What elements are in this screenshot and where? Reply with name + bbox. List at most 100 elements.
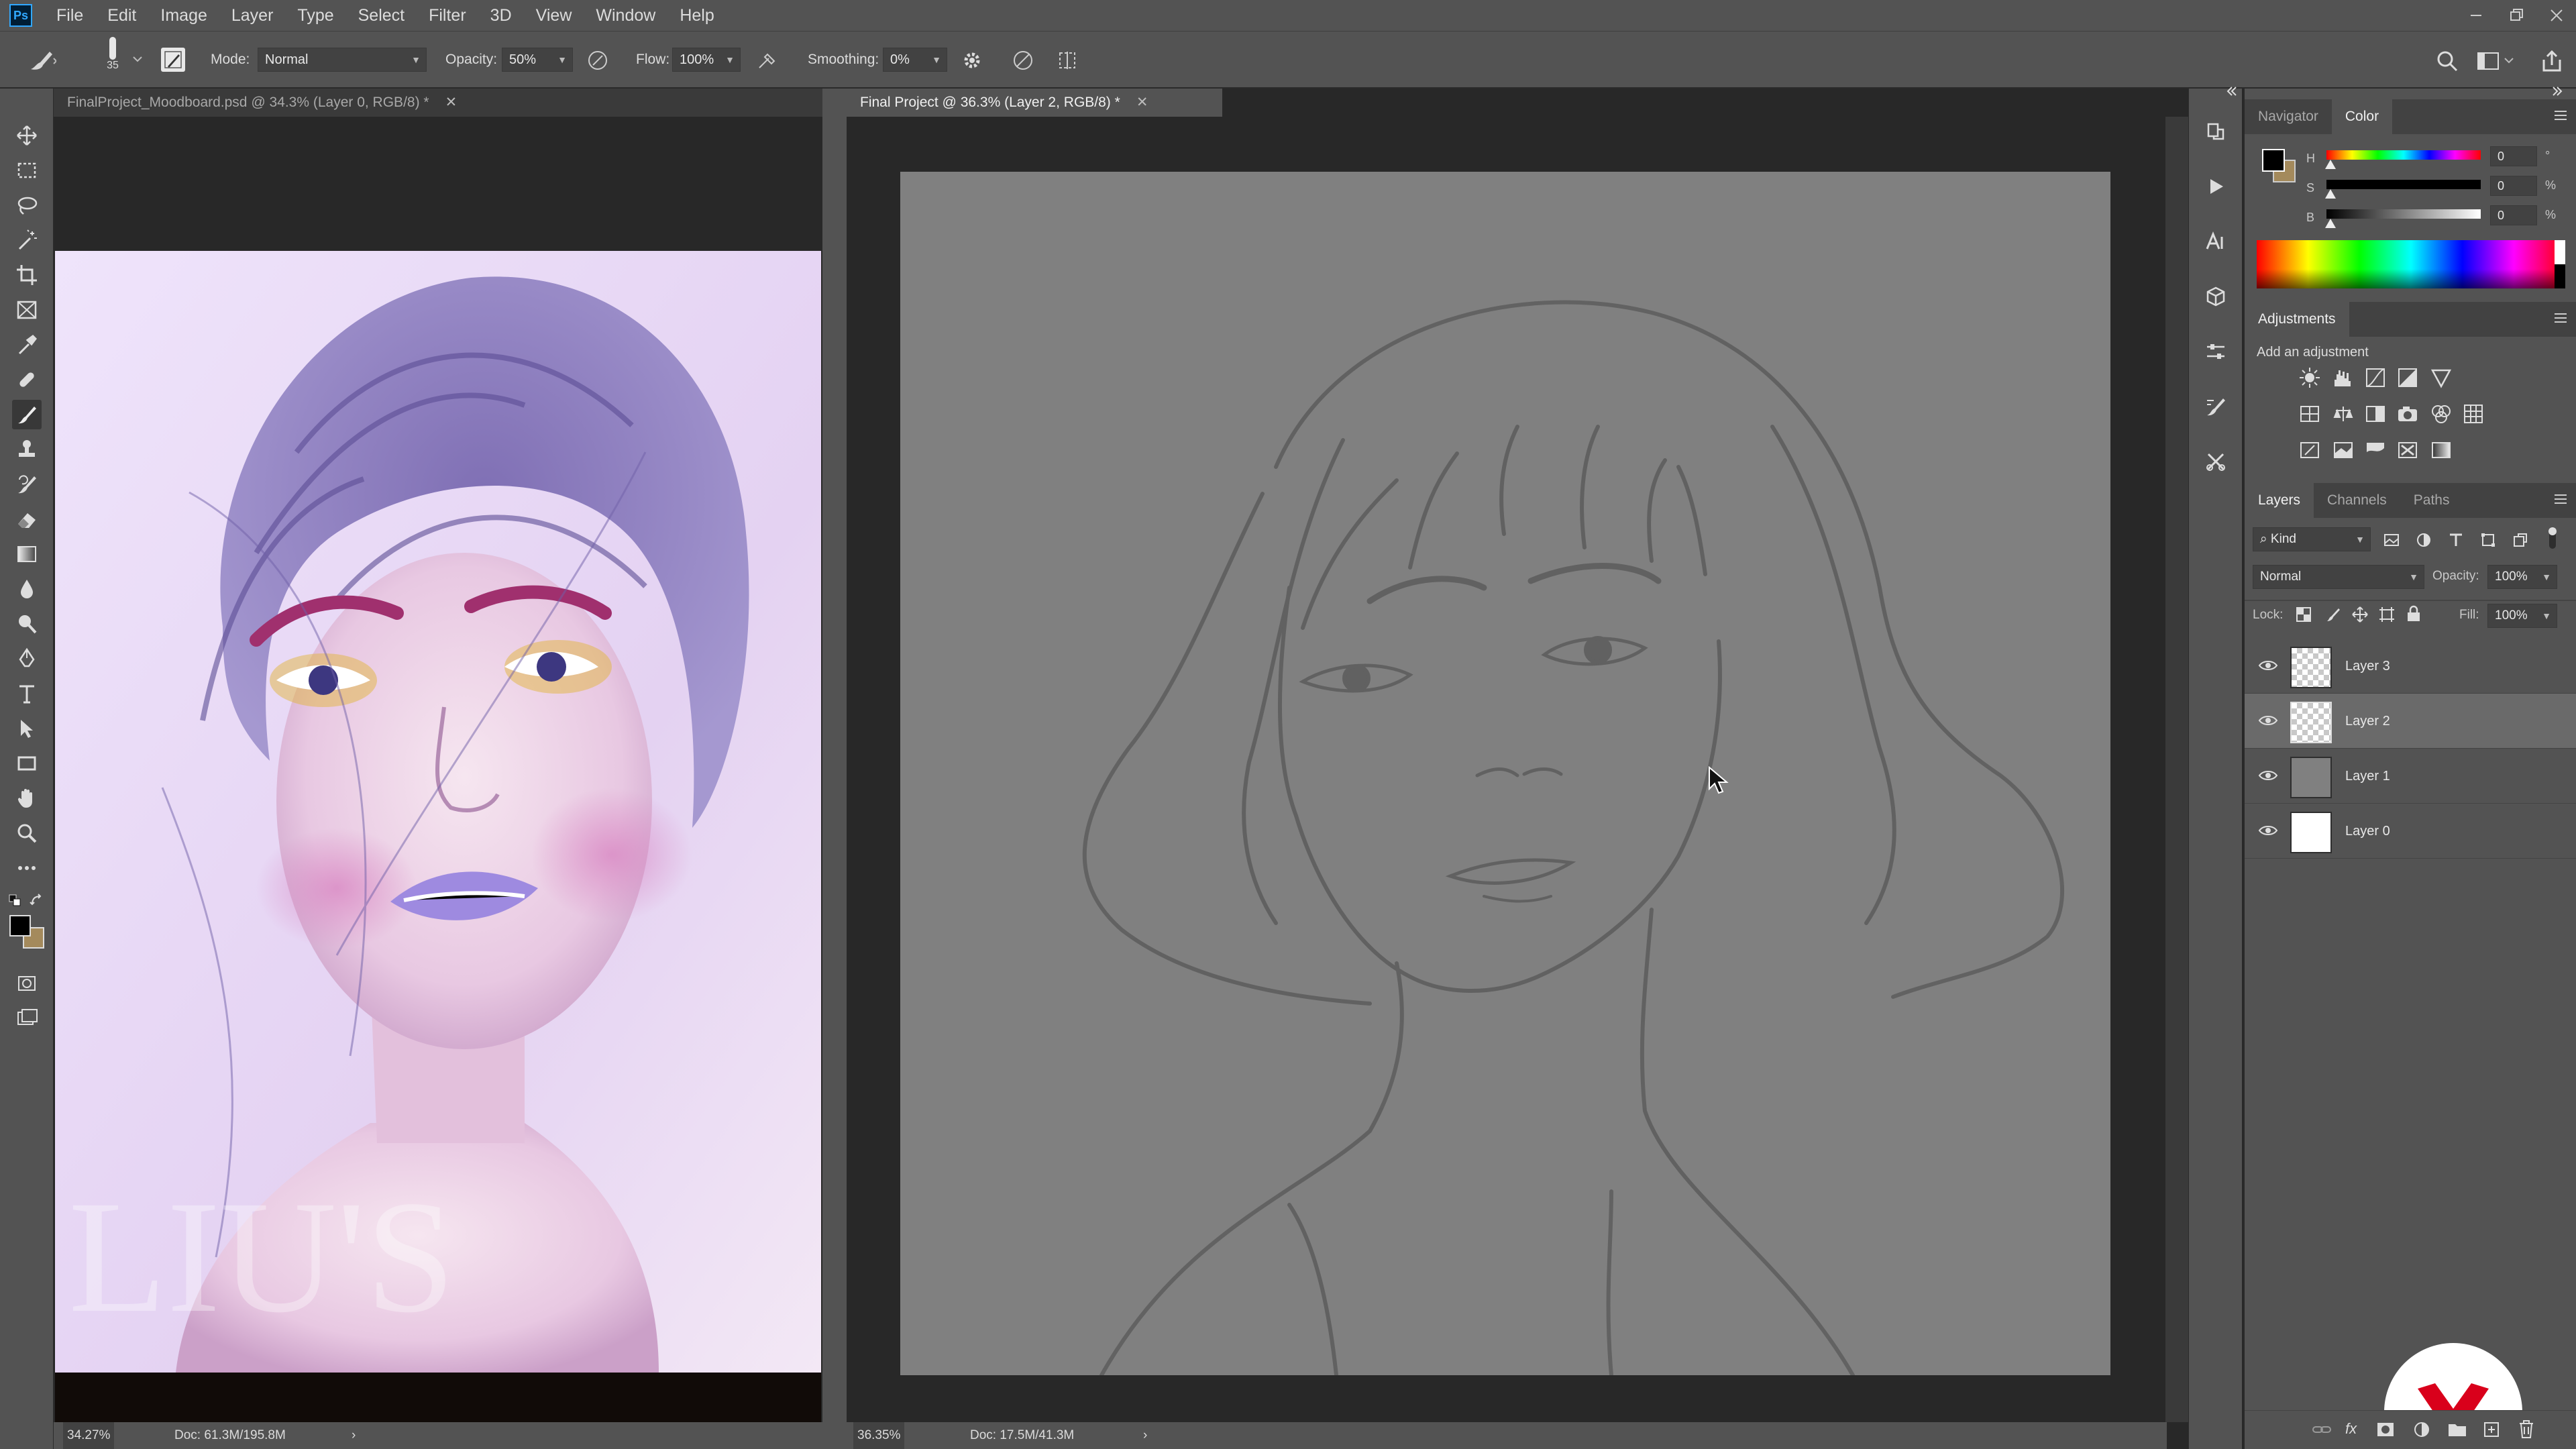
saturation-slider[interactable] — [2326, 180, 2481, 189]
tab-navigator[interactable]: Navigator — [2245, 99, 2332, 134]
photoshop-logo[interactable]: Ps — [9, 4, 32, 27]
color-balance-icon[interactable] — [2332, 402, 2355, 425]
menu-type[interactable]: Type — [285, 0, 345, 31]
hue-saturation-icon[interactable] — [2298, 402, 2321, 425]
brightness-slider[interactable] — [2326, 209, 2481, 219]
lock-all-icon[interactable] — [2406, 605, 2422, 623]
minimize-icon[interactable] — [2466, 5, 2486, 25]
gear-icon[interactable] — [961, 49, 983, 72]
filter-pixel-icon[interactable] — [2383, 531, 2400, 549]
properties-panel-button[interactable] — [2201, 337, 2231, 366]
tool-presets-panel-button[interactable] — [2201, 447, 2231, 476]
eraser-tool[interactable] — [12, 504, 42, 534]
workspace-icon[interactable] — [2475, 49, 2516, 73]
blur-tool[interactable] — [12, 574, 42, 604]
gradient-tool[interactable] — [12, 539, 42, 569]
vertical-scrollbar[interactable] — [2165, 117, 2188, 1422]
color-lookup-icon[interactable] — [2462, 402, 2485, 425]
brush-settings-panel-button[interactable] — [2201, 392, 2231, 421]
type-tool[interactable] — [12, 679, 42, 708]
eyedropper-tool[interactable] — [12, 330, 42, 360]
status-arrow-icon[interactable]: › — [1143, 1422, 1147, 1449]
selective-color-icon[interactable] — [2396, 439, 2419, 462]
smoothing-field[interactable]: 0% ▼ — [883, 48, 947, 72]
crop-tool[interactable] — [12, 260, 42, 290]
3d-panel-button[interactable] — [2201, 282, 2231, 311]
threshold-icon[interactable] — [2364, 439, 2387, 462]
menu-edit[interactable]: Edit — [95, 0, 148, 31]
menu-view[interactable]: View — [524, 0, 584, 31]
lock-artboard-icon[interactable] — [2379, 606, 2395, 623]
tab-channels[interactable]: Channels — [2314, 483, 2400, 518]
search-icon[interactable] — [2435, 49, 2459, 73]
add-mask-icon[interactable] — [2376, 1421, 2395, 1438]
tab-moodboard[interactable]: FinalProject_Moodboard.psd @ 34.3% (Laye… — [54, 89, 822, 117]
panel-menu-icon[interactable] — [2553, 109, 2568, 122]
invert-icon[interactable] — [2298, 439, 2321, 462]
brush-size-picker[interactable]: 35 — [103, 37, 122, 77]
filter-shape-icon[interactable] — [2479, 531, 2497, 549]
final-project-zoom[interactable]: 36.35% — [853, 1422, 905, 1449]
pen-tool[interactable] — [12, 644, 42, 674]
exposure-icon[interactable] — [2396, 366, 2419, 389]
restore-icon[interactable] — [2506, 5, 2526, 25]
menu-image[interactable]: Image — [148, 0, 219, 31]
more-tools[interactable] — [12, 853, 42, 883]
posterize-icon[interactable] — [2332, 439, 2355, 462]
menu-help[interactable]: Help — [667, 0, 726, 31]
filter-adjustment-icon[interactable] — [2415, 531, 2432, 549]
panel-menu-icon[interactable] — [2553, 492, 2568, 506]
menu-file[interactable]: File — [44, 0, 95, 31]
airbrush-icon[interactable] — [754, 48, 780, 73]
brush-preset-icon[interactable] — [25, 46, 56, 73]
tab-color[interactable]: Color — [2331, 99, 2393, 134]
layer-blend-mode-select[interactable]: Normal ▼ — [2253, 565, 2424, 589]
brightness-field[interactable]: 0 — [2490, 205, 2537, 225]
filter-type-icon[interactable] — [2447, 531, 2465, 549]
photo-filter-icon[interactable] — [2396, 402, 2419, 425]
layer-row[interactable]: Layer 1 — [2245, 749, 2576, 804]
menu-3d[interactable]: 3D — [478, 0, 524, 31]
visibility-eye-icon[interactable] — [2258, 823, 2278, 838]
collapse-dock-icon[interactable] — [2549, 85, 2565, 98]
moodboard-zoom[interactable]: 34.27% — [63, 1422, 115, 1449]
chevron-down-icon[interactable] — [131, 53, 144, 65]
default-colors-icon[interactable] — [8, 894, 23, 908]
layer-opacity-field[interactable]: 100% ▼ — [2487, 565, 2557, 589]
curves-icon[interactable] — [2364, 366, 2387, 389]
pressure-size-icon[interactable] — [1010, 48, 1036, 73]
gradient-map-icon[interactable] — [2430, 439, 2453, 462]
saturation-slider-thumb[interactable] — [2325, 189, 2336, 199]
history-panel-button[interactable] — [2201, 117, 2231, 146]
close-tab-icon[interactable]: ✕ — [445, 95, 458, 110]
menu-filter[interactable]: Filter — [417, 0, 478, 31]
symmetry-icon[interactable] — [1055, 48, 1080, 73]
document-splitter[interactable] — [822, 89, 847, 1449]
tab-final-project[interactable]: Final Project @ 36.3% (Layer 2, RGB/8) *… — [847, 89, 1222, 117]
swap-colors-icon[interactable] — [30, 894, 44, 908]
vibrance-icon[interactable] — [2430, 366, 2453, 389]
layer-fill-field[interactable]: 100% ▼ — [2487, 604, 2557, 628]
character-panel-button[interactable] — [2201, 227, 2231, 256]
levels-icon[interactable] — [2332, 366, 2355, 389]
new-group-folder-icon[interactable] — [2447, 1420, 2467, 1438]
delete-layer-trash-icon[interactable] — [2517, 1419, 2536, 1439]
color-swatches[interactable] — [2262, 149, 2297, 184]
status-arrow-icon[interactable]: › — [352, 1422, 356, 1449]
layer-row[interactable]: Layer 3 — [2245, 639, 2576, 694]
lasso-tool[interactable] — [12, 191, 42, 220]
layer-style-fx-icon[interactable]: fx — [2345, 1420, 2357, 1438]
visibility-eye-icon[interactable] — [2258, 658, 2278, 673]
hand-tool[interactable] — [12, 784, 42, 813]
sketch-canvas[interactable] — [900, 172, 2110, 1375]
filter-smart-object-icon[interactable] — [2512, 531, 2529, 549]
new-adjustment-layer-icon[interactable] — [2412, 1420, 2431, 1439]
new-layer-icon[interactable] — [2482, 1420, 2501, 1439]
hue-slider-thumb[interactable] — [2325, 160, 2336, 169]
panel-menu-icon[interactable] — [2553, 311, 2568, 325]
shape-tool[interactable] — [12, 749, 42, 778]
tab-layers[interactable]: Layers — [2245, 483, 2314, 518]
tab-adjustments[interactable]: Adjustments — [2245, 302, 2349, 337]
lock-position-icon[interactable] — [2352, 606, 2368, 623]
zoom-tool[interactable] — [12, 818, 42, 848]
